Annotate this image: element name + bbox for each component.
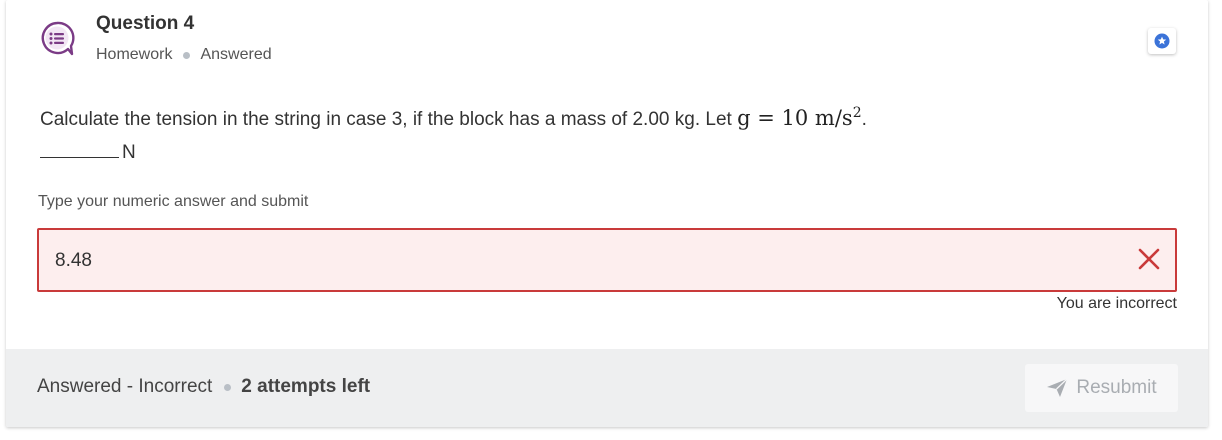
answer-status: Answered - Incorrect 2 attempts left — [37, 376, 370, 398]
answer-value[interactable]: 8.48 — [55, 250, 92, 272]
question-text: Calculate the tension in the string in c… — [40, 105, 867, 131]
answer-blank: N — [40, 140, 136, 164]
close-x-icon — [1138, 248, 1160, 270]
question-meta: Homework Answered — [96, 46, 272, 64]
resubmit-button[interactable]: Resubmit — [1025, 364, 1178, 412]
blank-underline — [40, 140, 119, 158]
question-state-label: Answered — [200, 46, 272, 63]
attempts-left: 2 attempts left — [241, 376, 371, 397]
resubmit-label: Resubmit — [1076, 377, 1157, 398]
feedback-text: You are incorrect — [1056, 295, 1177, 312]
question-text-prefix: Calculate the tension in the string in c… — [40, 109, 738, 130]
separator-dot — [224, 383, 232, 391]
answer-unit: N — [122, 142, 136, 163]
bookmark-star-button[interactable] — [1148, 28, 1176, 54]
math-equals: = — [757, 106, 775, 130]
math-unit: m/s — [814, 106, 853, 130]
numeric-answer-input[interactable]: 8.48 — [37, 228, 1177, 292]
question-footer: Answered - Incorrect 2 attempts left Res… — [6, 349, 1208, 427]
question-bubble-icon — [38, 20, 76, 58]
math-value: 10 — [781, 106, 809, 130]
status-label: Answered - Incorrect — [37, 376, 213, 397]
math-expression: g = 10 m/s2 — [737, 105, 862, 130]
separator-dot — [183, 51, 191, 59]
star-icon — [1154, 33, 1170, 49]
question-text-suffix: . — [861, 109, 867, 130]
question-card: Question 4 Homework Answered Calculate t… — [6, 0, 1208, 427]
question-title: Question 4 — [96, 13, 195, 34]
math-variable: g — [737, 106, 751, 130]
question-type-label: Homework — [96, 46, 173, 63]
math-exponent: 2 — [852, 105, 862, 121]
paper-plane-icon — [1047, 378, 1068, 397]
answer-hint: Type your numeric answer and submit — [38, 193, 309, 210]
